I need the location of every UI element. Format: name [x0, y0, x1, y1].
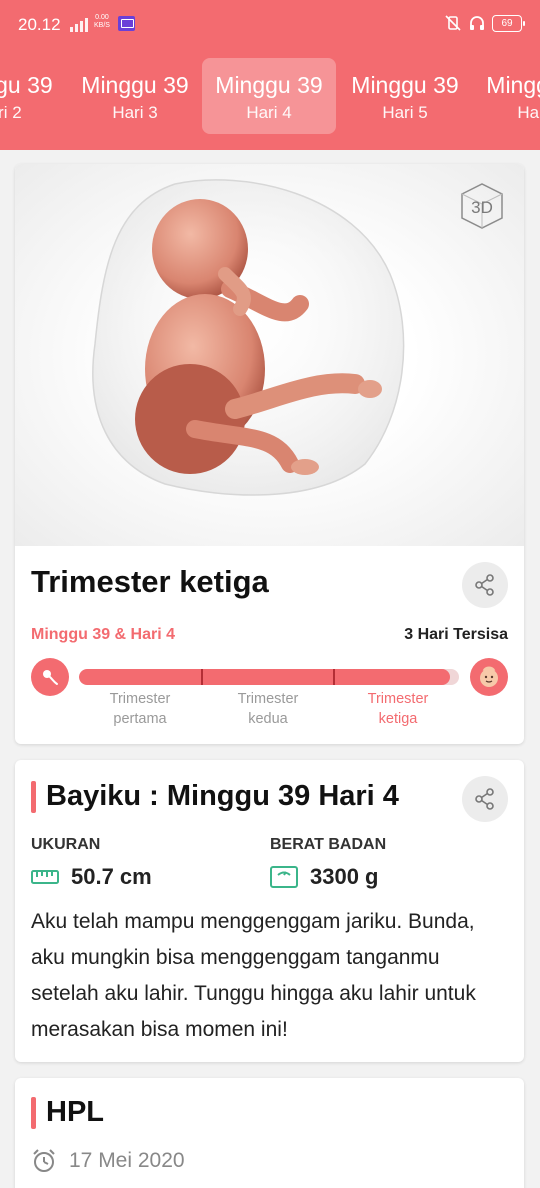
mail-notification-icon: [118, 16, 135, 31]
week-day-tabs[interactable]: Minggu 39 Hari 2 Minggu 39 Hari 3 Minggu…: [0, 56, 540, 136]
status-bar: 20.12 0.00 KB/S 69: [0, 0, 540, 52]
progress-fill: [79, 669, 450, 685]
share-button[interactable]: [462, 776, 508, 822]
network-speed: 0.00 KB/S: [94, 14, 110, 29]
days-remaining: 3 Hari Tersisa: [404, 626, 508, 643]
headphones-icon: [470, 16, 484, 30]
scale-icon: [270, 866, 298, 888]
tab-week39-day3[interactable]: Minggu 39 Hari 3: [68, 58, 202, 134]
tab-week39-day4[interactable]: Minggu 39 Hari 4: [202, 58, 336, 134]
fetus-3d-image[interactable]: 3D: [15, 164, 524, 546]
battery-indicator: 69: [492, 14, 525, 32]
vibrate-off-icon: [445, 15, 461, 31]
section-accent-bar: [31, 780, 36, 813]
svg-text:3D: 3D: [471, 198, 493, 217]
section-accent-bar: [31, 1096, 36, 1129]
current-week-day: Minggu 39 & Hari 4: [31, 626, 176, 643]
due-date-card: HPL 17 Mei 2020: [15, 1078, 524, 1188]
hpl-section-title: HPL: [31, 1096, 104, 1129]
trimester-title: Trimester ketiga: [31, 564, 269, 599]
share-icon: [475, 574, 494, 596]
3d-view-icon[interactable]: 3D: [456, 180, 508, 232]
tab-week39-day2[interactable]: Minggu 39 Hari 2: [0, 58, 66, 134]
weight-value: 3300 g: [270, 864, 379, 890]
fetus-illustration: [92, 179, 405, 496]
due-date: 17 Mei 2020: [31, 1148, 185, 1174]
size-value: 50.7 cm: [31, 864, 152, 890]
share-icon: [475, 788, 494, 810]
progress-divider: [333, 669, 335, 685]
signal-icon: [70, 16, 88, 32]
pregnancy-progress-bar: [79, 669, 459, 685]
trimester-label-first: Trimester pertama: [109, 691, 171, 727]
baby-info-card: Bayiku : Minggu 39 Hari 4 UKURAN 50.7 cm…: [15, 760, 524, 1062]
baby-section-title: Bayiku : Minggu 39 Hari 4: [31, 780, 399, 813]
tab-week39-day6[interactable]: Minggu 39 Hari 6: [473, 58, 540, 134]
progress-divider: [201, 669, 203, 685]
status-time: 20.12: [18, 15, 61, 34]
trimester-label-third: Trimester ketiga: [367, 691, 429, 727]
baby-face-icon: [470, 658, 508, 696]
app-header: 20.12 0.00KB/S 69 Minggu 39 Hari 2: [0, 0, 540, 150]
pregnancy-start-icon: [31, 658, 69, 696]
size-label: UKURAN: [31, 836, 101, 853]
baby-description: Aku telah mampu menggenggam jariku. Bund…: [31, 910, 476, 1041]
alarm-clock-icon: [33, 1149, 55, 1172]
tab-week39-day5[interactable]: Minggu 39 Hari 5: [338, 58, 472, 134]
ruler-icon: [31, 870, 59, 884]
trimester-card: 3D Trimester ketiga Minggu 39 & Hari 4 3…: [15, 164, 524, 744]
weight-label: BERAT BADAN: [270, 836, 387, 853]
trimester-label-second: Trimester kedua: [237, 691, 299, 727]
share-button[interactable]: [462, 562, 508, 608]
